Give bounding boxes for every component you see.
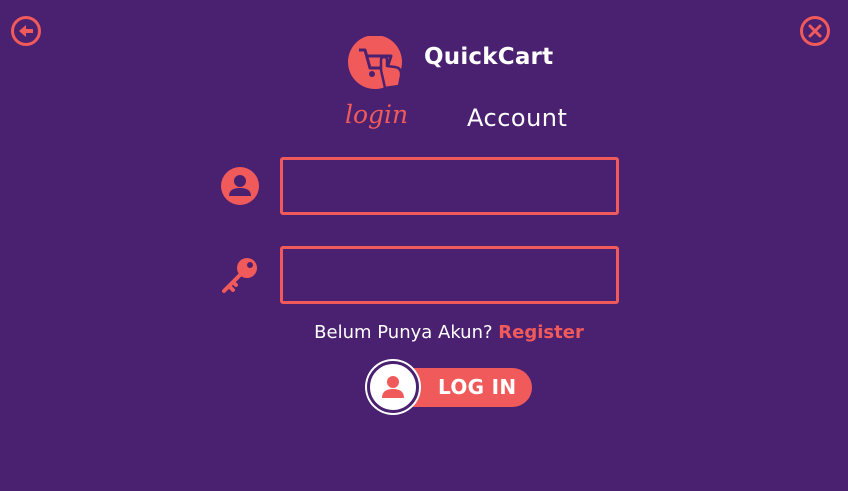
shopping-cart-icon	[348, 35, 403, 90]
arrow-left-icon	[19, 25, 33, 37]
register-prompt: Belum Punya Akun?	[314, 322, 493, 343]
login-button-label: LOG IN	[438, 375, 517, 399]
login-button[interactable]: LOG IN	[367, 361, 532, 413]
register-row: Belum Punya Akun? Register	[0, 322, 848, 343]
register-link[interactable]: Register	[498, 322, 584, 343]
back-button[interactable]	[11, 16, 41, 46]
tab-account[interactable]: Account	[467, 104, 567, 132]
user-icon	[221, 167, 259, 205]
login-button-badge	[367, 361, 419, 413]
app-logo	[347, 35, 407, 92]
close-button[interactable]	[800, 16, 830, 46]
username-input[interactable]	[280, 157, 619, 215]
user-icon	[382, 376, 404, 398]
password-input[interactable]	[280, 246, 619, 304]
tab-login[interactable]: login	[345, 100, 408, 129]
close-icon	[808, 24, 822, 38]
app-title: QuickCart	[424, 44, 554, 70]
key-icon	[221, 256, 259, 294]
